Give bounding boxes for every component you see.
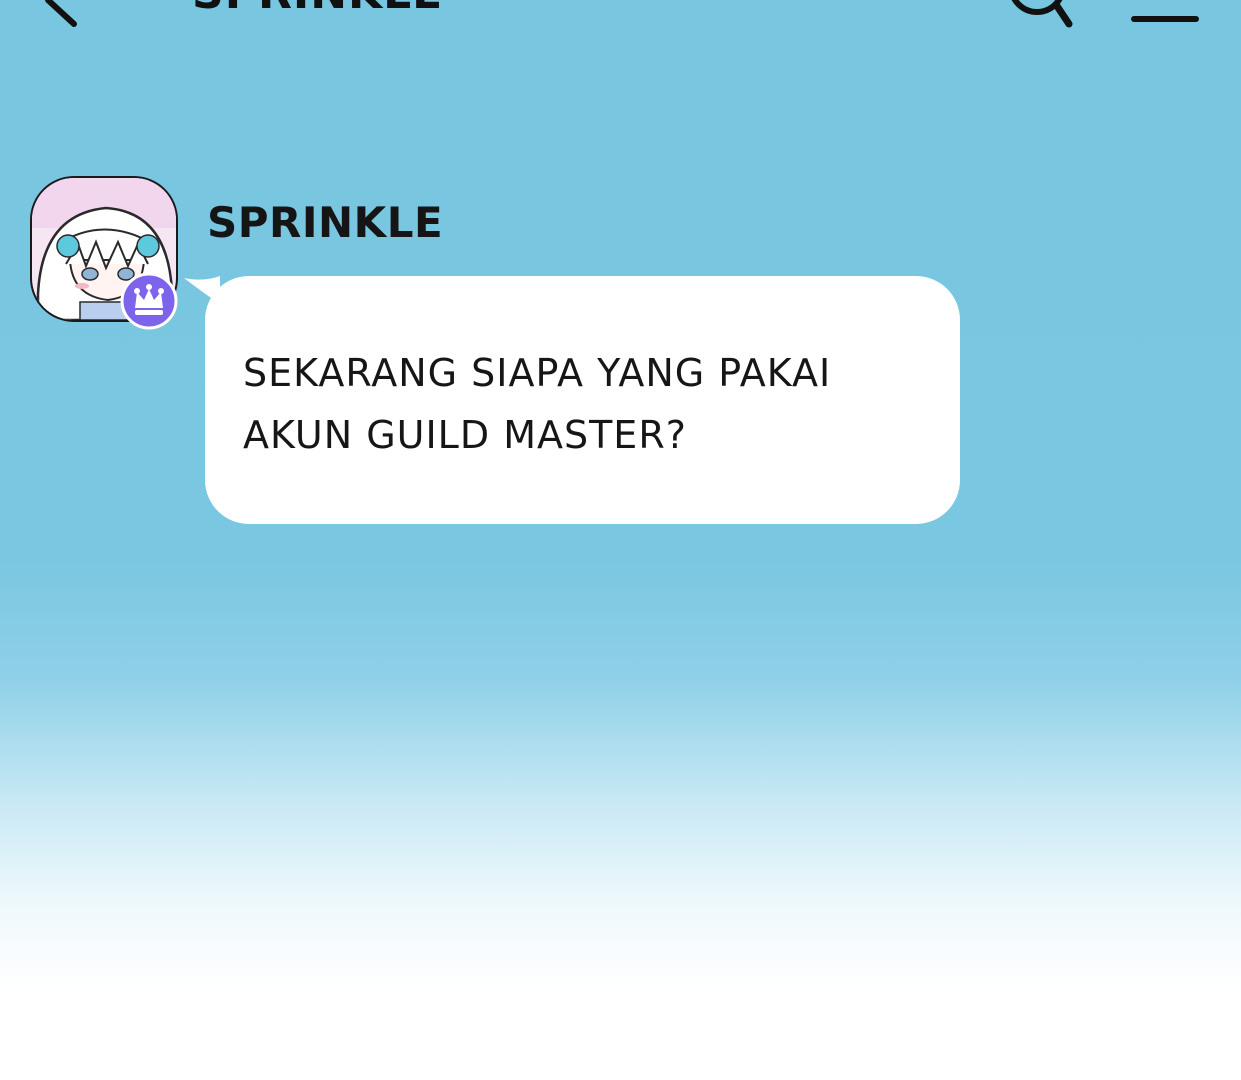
chat-screen: SPRINKLE SEKARANG SIAPA YANG PAKAI AKUN … bbox=[0, 0, 1241, 1080]
menu-icon[interactable] bbox=[1130, 0, 1200, 30]
search-icon[interactable] bbox=[1005, 0, 1077, 32]
message-text: SEKARANG SIAPA YANG PAKAI AKUN GUILD MAS… bbox=[243, 351, 832, 457]
back-arrow-icon[interactable] bbox=[28, 0, 88, 30]
crown-badge-icon bbox=[120, 272, 178, 330]
top-bar: SPRINKLE bbox=[0, 0, 1241, 40]
sender-name: SPRINKLE bbox=[207, 198, 444, 247]
message-bubble[interactable]: SEKARANG SIAPA YANG PAKAI AKUN GUILD MAS… bbox=[205, 276, 960, 524]
chat-title: SPRINKLE bbox=[192, 0, 443, 18]
